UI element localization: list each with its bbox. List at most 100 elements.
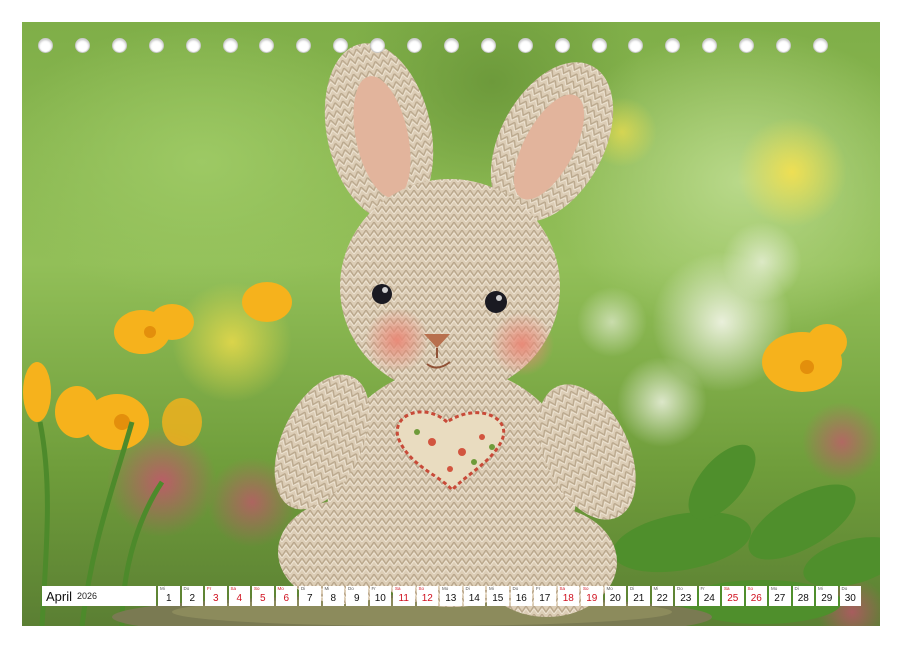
weekday-abbrev: Di [794, 586, 799, 591]
weekday-abbrev: Fr [536, 586, 541, 591]
weekday-abbrev: Do [841, 586, 848, 591]
weekday-abbrev: So [747, 586, 754, 591]
binding-holes [0, 38, 902, 56]
binding-hole [702, 38, 718, 53]
day-cell: Fr 10 [369, 586, 391, 606]
calendar-strip: April 2026 Mi 1 Do 2 Fr 3 Sa 4 So 5 Mo 6 Di 7 Mi 8 Do 9 Fr… [42, 586, 862, 606]
day-number: 1 [165, 593, 172, 604]
day-cell: Do 9 [346, 586, 368, 606]
day-number: 22 [656, 593, 668, 604]
day-cell: Mi 15 [487, 586, 509, 606]
day-cell: Do 23 [675, 586, 697, 606]
day-number: 2 [189, 593, 196, 604]
day-cell: So 12 [416, 586, 438, 606]
day-cell: So 19 [581, 586, 603, 606]
day-number: 25 [727, 593, 739, 604]
weekday-abbrev: Fr [371, 586, 376, 591]
day-cell: Mi 29 [816, 586, 838, 606]
day-number: 16 [515, 593, 527, 604]
binding-hole [259, 38, 275, 53]
day-cell: Mo 13 [440, 586, 462, 606]
weekday-abbrev: Do [677, 586, 683, 591]
weekday-abbrev: Mo [606, 586, 613, 591]
weekday-abbrev: Sa [724, 586, 730, 591]
binding-hole [443, 38, 459, 53]
binding-hole [591, 38, 607, 53]
day-cell: Mo 20 [604, 586, 626, 606]
weekday-abbrev: So [583, 586, 589, 591]
day-number: 29 [821, 593, 833, 604]
day-number: 11 [398, 593, 409, 604]
weekday-abbrev: Mi [489, 586, 494, 591]
calendar-photo [22, 22, 880, 626]
day-cell: Sa 18 [557, 586, 579, 606]
weekday-abbrev: So [254, 586, 260, 591]
binding-hole [480, 38, 496, 53]
day-number: 7 [306, 593, 313, 604]
day-cell: Do 2 [181, 586, 203, 606]
day-number: 6 [283, 593, 290, 604]
day-cell: So 26 [745, 586, 767, 606]
day-cell: Mo 27 [769, 586, 791, 606]
month-name: April [46, 588, 73, 604]
day-number: 15 [492, 593, 504, 604]
day-number: 21 [633, 593, 645, 604]
day-number: 10 [374, 593, 386, 604]
binding-hole [554, 38, 570, 53]
day-cell: Do 16 [510, 586, 532, 606]
day-number: 5 [259, 593, 266, 604]
knitted-bunny-illustration [23, 43, 880, 626]
binding-hole [148, 38, 164, 53]
day-number: 23 [680, 593, 692, 604]
day-number: 26 [750, 593, 762, 604]
day-cell: Fr 24 [698, 586, 720, 606]
weekday-abbrev: Di [301, 586, 306, 591]
binding-hole [739, 38, 755, 53]
binding-hole [74, 38, 90, 53]
day-cell: Sa 25 [722, 586, 744, 606]
binding-hole [407, 38, 422, 53]
weekday-abbrev: Do [348, 586, 354, 591]
day-cell: Fr 3 [205, 586, 227, 606]
weekday-abbrev: Mo [771, 586, 778, 591]
binding-hole [628, 38, 644, 53]
binding-hole [185, 38, 201, 53]
day-number: 20 [609, 593, 621, 604]
day-cell: So 5 [252, 586, 274, 606]
weekday-abbrev: Sa [230, 586, 237, 591]
day-cell: Mi 8 [322, 586, 344, 606]
calendar-page: April 2026 Mi 1 Do 2 Fr 3 Sa 4 So 5 Mo 6 Di 7 Mi 8 Do 9 Fr… [0, 0, 902, 648]
day-cell: Di 7 [299, 586, 321, 606]
weekday-abbrev: Sa [395, 586, 401, 591]
day-number: 4 [236, 593, 243, 604]
day-cell: Do 30 [839, 586, 861, 606]
day-number: 27 [774, 593, 786, 604]
weekday-abbrev: Mi [818, 586, 823, 591]
day-number: 13 [445, 593, 457, 604]
weekday-abbrev: Mo [442, 586, 449, 591]
binding-hole [222, 38, 238, 53]
day-number: 3 [212, 593, 219, 604]
binding-hole [296, 38, 312, 53]
weekday-abbrev: Do [183, 586, 190, 591]
binding-hole [812, 38, 828, 53]
day-cell: Fr 17 [534, 586, 556, 606]
weekday-abbrev: Do [512, 586, 519, 591]
weekday-abbrev: Mi [160, 586, 165, 591]
day-cell: Sa 4 [228, 586, 250, 606]
weekday-abbrev: Fr [207, 586, 212, 591]
binding-hole [370, 38, 386, 53]
day-cell: Di 28 [792, 586, 814, 606]
day-number: 18 [562, 593, 574, 604]
day-number: 30 [844, 593, 856, 604]
day-cell: Mi 1 [158, 586, 180, 606]
day-number: 14 [468, 593, 480, 604]
day-number: 19 [586, 593, 598, 604]
binding-hole [665, 38, 681, 53]
weekday-abbrev: Mi [653, 586, 659, 591]
weekday-abbrev: Mo [277, 586, 284, 591]
binding-hole [776, 38, 791, 53]
binding-hole [38, 38, 53, 53]
weekday-abbrev: Sa [559, 586, 566, 591]
day-cell: Mi 22 [651, 586, 673, 606]
